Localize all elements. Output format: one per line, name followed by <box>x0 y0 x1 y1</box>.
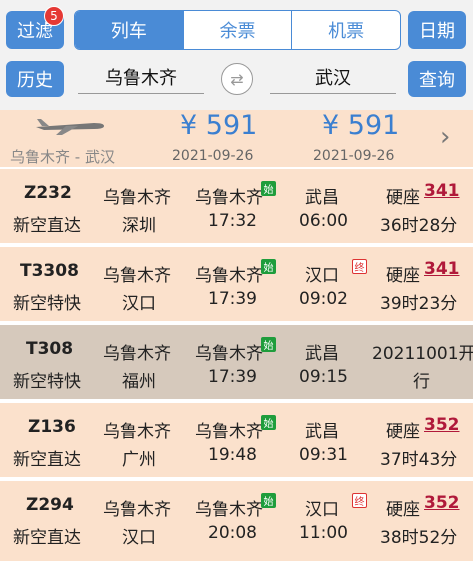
date-button[interactable]: 日期 <box>408 11 466 49</box>
seat-type: 硬座 <box>386 422 420 442</box>
chevron-right-icon[interactable]: › <box>440 122 450 152</box>
train-type: 新空直达 <box>13 528 81 548</box>
to-station-input[interactable]: 武汉 <box>270 60 396 94</box>
date-label: 日期 <box>419 21 455 42</box>
train-code: T3308 <box>20 261 79 281</box>
filter-badge: 5 <box>44 6 64 26</box>
seat-type: 硬座 <box>386 500 420 520</box>
train-origin: 乌鲁木齐 <box>103 188 171 208</box>
train-type: 新空特快 <box>13 294 81 314</box>
tab-remaining-tickets[interactable]: 余票 <box>184 11 293 49</box>
seat-price[interactable]: 352 <box>424 493 460 513</box>
arrival-time: 09:15 <box>299 367 348 387</box>
table-row[interactable]: Z136 新空直达 乌鲁木齐 广州 乌鲁木齐 始 19:48 武昌 09:31 … <box>0 401 473 477</box>
train-origin: 乌鲁木齐 <box>103 266 171 286</box>
filter-badge-count: 5 <box>50 9 58 23</box>
from-station-input[interactable]: 乌鲁木齐 <box>78 60 204 94</box>
seat-type: 硬座 <box>386 266 420 286</box>
sale-status-line-2: 行 <box>413 372 430 392</box>
mode-tabs: 列车 余票 机票 <box>74 10 401 50</box>
query-button[interactable]: 查询 <box>408 61 466 97</box>
train-code: Z294 <box>26 495 74 515</box>
departure-time: 17:39 <box>208 289 257 309</box>
departure-station: 乌鲁木齐 <box>195 266 263 286</box>
start-station-tag: 始 <box>261 337 276 352</box>
arrival-time: 09:31 <box>299 445 348 465</box>
train-type: 新空特快 <box>13 372 81 392</box>
seat-price[interactable]: 341 <box>424 259 460 279</box>
arrival-station: 武昌 <box>305 344 339 364</box>
arrival-time: 11:00 <box>299 523 348 543</box>
departure-time: 19:48 <box>208 445 257 465</box>
end-station-tag: 终 <box>352 259 367 274</box>
sale-status-line-1: 20211001开 <box>372 344 473 364</box>
query-label: 查询 <box>419 70 455 91</box>
history-button[interactable]: 历史 <box>6 61 64 97</box>
history-label: 历史 <box>17 70 53 91</box>
train-origin: 乌鲁木齐 <box>103 422 171 442</box>
flight-price-1: ¥ 591 <box>180 110 258 141</box>
arrival-time: 06:00 <box>299 211 348 231</box>
train-code: Z136 <box>28 417 76 437</box>
airplane-icon <box>36 119 104 135</box>
seat-type: 硬座 <box>386 188 420 208</box>
arrival-station: 汉口 <box>305 266 339 286</box>
arrival-station: 汉口 <box>305 500 339 520</box>
seat-price[interactable]: 341 <box>424 181 460 201</box>
flight-price-2: ¥ 591 <box>322 110 400 141</box>
departure-station: 乌鲁木齐 <box>195 344 263 364</box>
train-terminal: 福州 <box>122 372 156 392</box>
flight-date-1: 2021-09-26 <box>172 148 254 164</box>
train-type: 新空直达 <box>13 450 81 470</box>
train-terminal: 广州 <box>122 450 156 470</box>
train-origin: 乌鲁木齐 <box>103 344 171 364</box>
start-station-tag: 始 <box>261 415 276 430</box>
train-origin: 乌鲁木齐 <box>103 500 171 520</box>
start-station-tag: 始 <box>261 259 276 274</box>
arrival-time: 09:02 <box>299 289 348 309</box>
duration: 37时43分 <box>380 450 458 470</box>
start-station-tag: 始 <box>261 493 276 508</box>
train-code: Z232 <box>24 183 72 203</box>
train-type: 新空直达 <box>13 216 81 236</box>
train-terminal: 汉口 <box>122 294 156 314</box>
table-row[interactable]: Z294 新空直达 乌鲁木齐 汉口 乌鲁木齐 始 20:08 汉口 终 11:0… <box>0 479 473 561</box>
departure-time: 17:32 <box>208 211 257 231</box>
arrival-station: 武昌 <box>305 422 339 442</box>
tab-train[interactable]: 列车 <box>75 11 184 49</box>
arrival-station: 武昌 <box>305 188 339 208</box>
duration: 38时52分 <box>380 528 458 548</box>
train-code: T308 <box>26 339 74 359</box>
seat-price[interactable]: 352 <box>424 415 460 435</box>
end-station-tag: 终 <box>352 493 367 508</box>
start-station-tag: 始 <box>261 181 276 196</box>
duration: 36时28分 <box>380 216 458 236</box>
duration: 39时23分 <box>380 294 458 314</box>
flight-route: 乌鲁木齐 - 武汉 <box>10 148 115 166</box>
train-terminal: 汉口 <box>122 528 156 548</box>
flight-date-2: 2021-09-26 <box>313 148 395 164</box>
table-row[interactable]: Z232 新空直达 乌鲁木齐 深圳 乌鲁木齐 始 17:32 武昌 06:00 … <box>0 167 473 243</box>
table-row[interactable]: T308 新空特快 乌鲁木齐 福州 乌鲁木齐 始 17:39 武昌 09:15 … <box>0 323 473 399</box>
train-terminal: 深圳 <box>122 216 156 236</box>
departure-station: 乌鲁木齐 <box>195 422 263 442</box>
table-row[interactable]: T3308 新空特快 乌鲁木齐 汉口 乌鲁木齐 始 17:39 汉口 终 09:… <box>0 245 473 321</box>
swap-stations-icon[interactable]: ⇄ <box>221 63 253 95</box>
tab-flight[interactable]: 机票 <box>292 11 400 49</box>
departure-time: 17:39 <box>208 367 257 387</box>
departure-station: 乌鲁木齐 <box>195 188 263 208</box>
departure-station: 乌鲁木齐 <box>195 500 263 520</box>
departure-time: 20:08 <box>208 523 257 543</box>
